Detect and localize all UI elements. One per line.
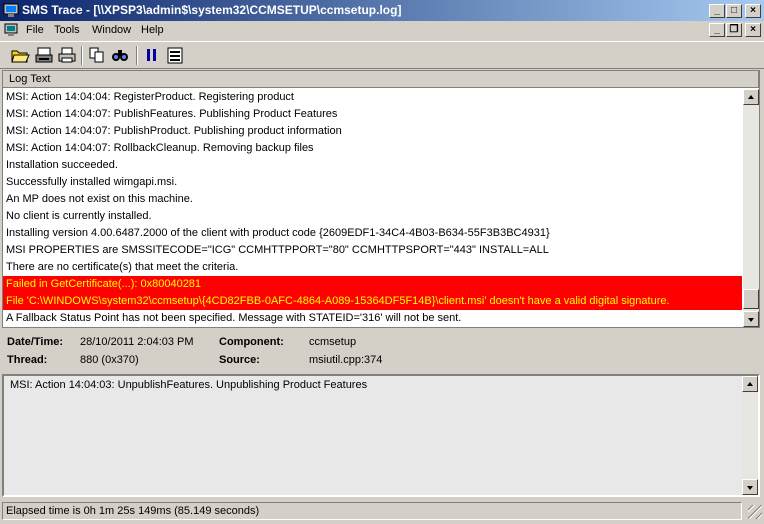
print-icon[interactable] — [57, 46, 77, 65]
close-button[interactable]: × — [745, 4, 761, 18]
title-bar[interactable]: SMS Trace - [\\XPSP3\admin$\system32\CCM… — [0, 0, 764, 21]
toolbar-separator — [81, 46, 83, 65]
document-system-menu-icon[interactable] — [4, 23, 20, 38]
log-row-error[interactable]: File 'C:\WINDOWS\system32\ccmsetup\{4CD8… — [3, 293, 742, 310]
log-row[interactable]: No client is currently installed. — [3, 208, 742, 225]
log-list[interactable]: Log Text MSI: Action 14:04:04: RegisterP… — [2, 70, 760, 328]
component-label: Component: — [219, 336, 284, 348]
log-row[interactable]: MSI: Action 14:04:07: PublishProduct. Pu… — [3, 123, 742, 140]
log-row[interactable]: Installation succeeded. — [3, 157, 742, 174]
toolbar-separator — [136, 46, 138, 65]
scroll-down-arrow-icon[interactable] — [743, 311, 759, 327]
minimize-button[interactable]: _ — [709, 4, 725, 18]
copy-icon[interactable] — [87, 46, 107, 65]
source-label: Source: — [219, 354, 260, 366]
find-icon[interactable] — [110, 46, 130, 65]
log-row[interactable]: MSI: Action 14:04:07: PublishFeatures. P… — [3, 106, 742, 123]
log-row[interactable]: MSI: Action 14:04:04: RegisterProduct. R… — [3, 89, 742, 106]
log-row[interactable]: An MP does not exist on this machine. — [3, 191, 742, 208]
thread-label: Thread: — [7, 354, 48, 366]
log-rows: MSI: Action 14:04:04: RegisterProduct. R… — [3, 89, 742, 327]
elapsed-time-status: Elapsed time is 0h 1m 25s 149ms (85.149 … — [2, 502, 742, 520]
log-row[interactable]: A Fallback Status Point has not been spe… — [3, 310, 742, 327]
column-header-label: Log Text — [9, 73, 51, 85]
log-row-error[interactable]: Failed in GetCertificate(...): 0x8004028… — [3, 276, 742, 293]
doc-close-button[interactable]: × — [745, 23, 761, 37]
menu-file[interactable]: File — [26, 24, 44, 36]
scroll-up-arrow-icon[interactable] — [742, 376, 758, 392]
source-value: msiutil.cpp:374 — [309, 354, 383, 366]
datetime-label: Date/Time: — [7, 336, 64, 348]
menu-window[interactable]: Window — [92, 24, 131, 36]
scroll-down-arrow-icon[interactable] — [742, 479, 758, 495]
maximize-button[interactable]: □ — [726, 4, 742, 18]
log-vertical-scrollbar[interactable] — [743, 89, 759, 327]
print-setup-icon[interactable] — [34, 46, 54, 65]
datetime-value: 28/10/2011 2:04:03 PM — [80, 336, 194, 348]
pause-icon[interactable] — [142, 46, 162, 65]
sms-trace-app-icon — [3, 3, 19, 17]
message-text: MSI: Action 14:04:03: UnpublishFeatures.… — [10, 379, 368, 391]
menu-bar: File Tools Window Help _ ❐ × — [0, 21, 764, 40]
menu-tools[interactable]: Tools — [54, 24, 80, 36]
highlight-icon[interactable] — [165, 46, 185, 65]
column-header-log-text[interactable]: Log Text — [3, 71, 759, 88]
entry-details: Date/Time: 28/10/2011 2:04:03 PM Compone… — [0, 330, 764, 372]
thread-value: 880 (0x370) — [80, 354, 139, 366]
open-folder-icon[interactable] — [10, 46, 30, 65]
doc-minimize-button[interactable]: _ — [709, 23, 725, 37]
status-bar: Elapsed time is 0h 1m 25s 149ms (85.149 … — [0, 501, 764, 521]
log-row[interactable]: MSI: Action 14:04:07: RollbackCleanup. R… — [3, 140, 742, 157]
message-vertical-scrollbar[interactable] — [742, 376, 758, 495]
menu-help[interactable]: Help — [141, 24, 164, 36]
doc-restore-button[interactable]: ❐ — [726, 23, 742, 37]
toolbar — [0, 41, 764, 69]
log-row[interactable]: There are no certificate(s) that meet th… — [3, 259, 742, 276]
log-row[interactable]: Installing version 4.00.6487.2000 of the… — [3, 225, 742, 242]
log-row[interactable]: Successfully installed wimgapi.msi. — [3, 174, 742, 191]
message-text-panel[interactable]: MSI: Action 14:04:03: UnpublishFeatures.… — [2, 374, 760, 497]
scroll-thumb[interactable] — [743, 289, 759, 309]
log-row[interactable]: MSI PROPERTIES are SMSSITECODE="ICG" CCM… — [3, 242, 742, 259]
resize-grip-icon[interactable] — [748, 505, 762, 519]
scroll-up-arrow-icon[interactable] — [743, 89, 759, 105]
window-title: SMS Trace - [\\XPSP3\admin$\system32\CCM… — [22, 3, 402, 17]
component-value: ccmsetup — [309, 336, 357, 348]
